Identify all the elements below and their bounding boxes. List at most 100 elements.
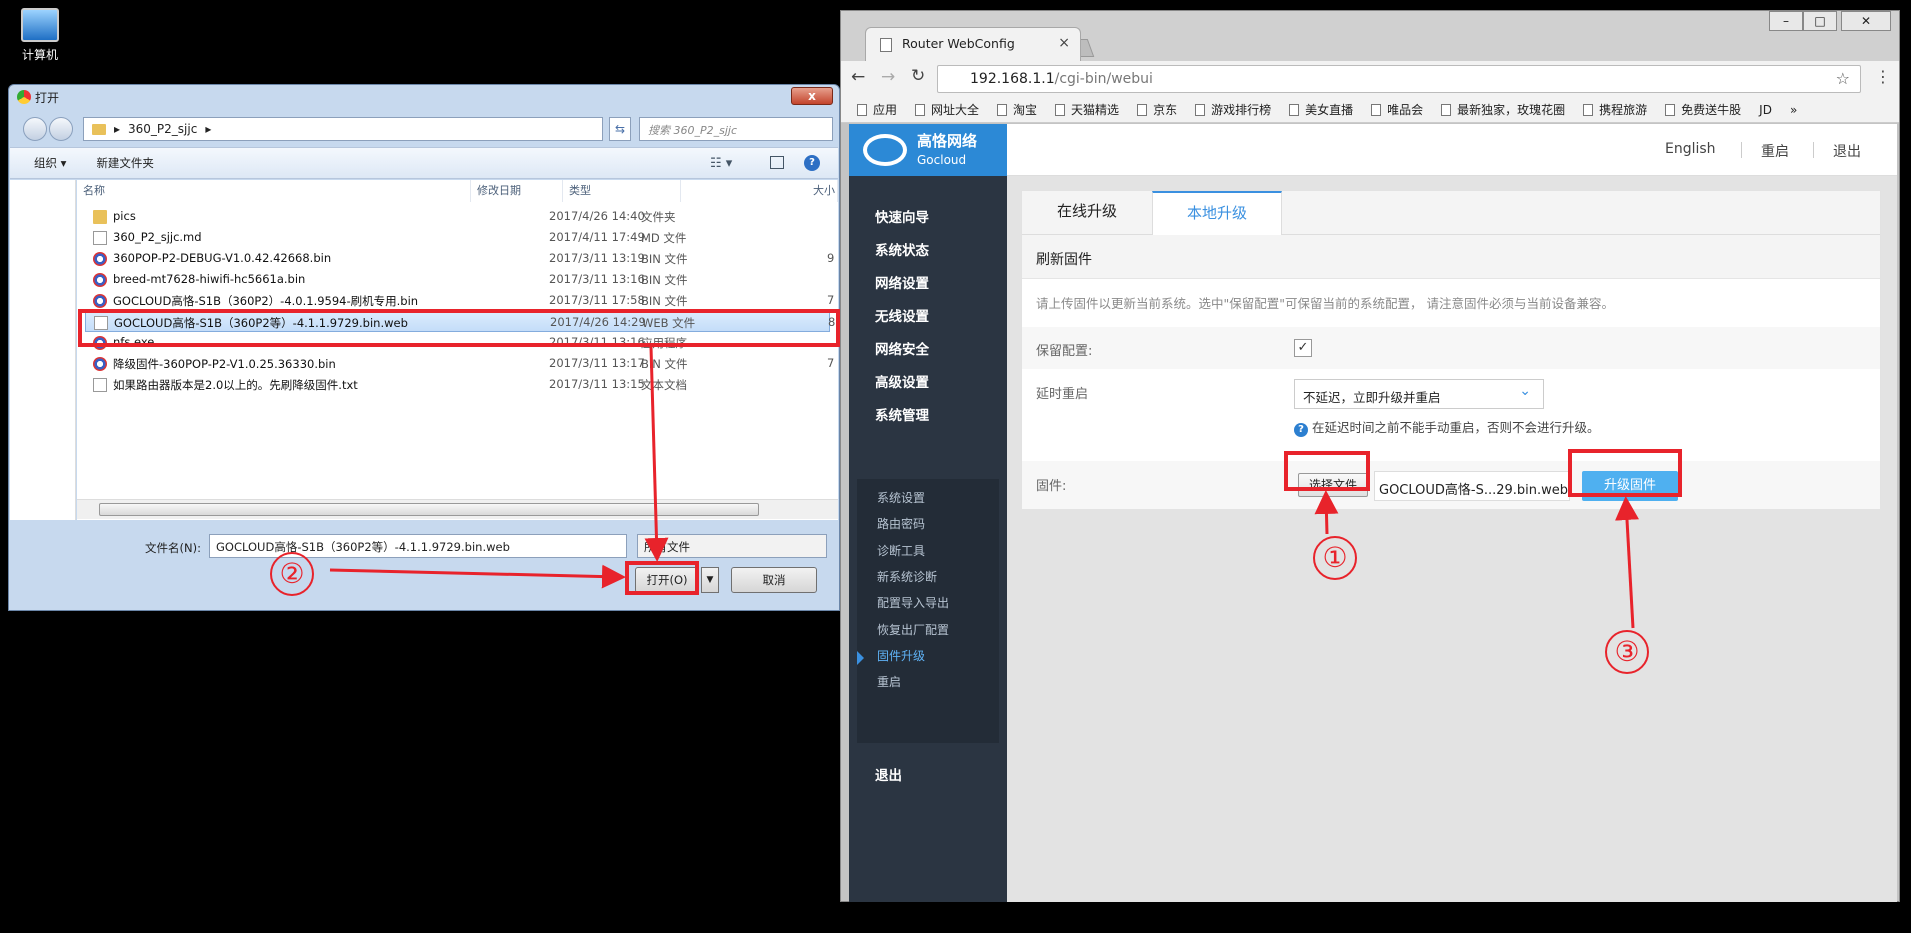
maximize-button[interactable]: □ [1803,11,1837,31]
file-type: BIN 文件 [641,357,688,371]
sidebar-item[interactable]: 无线设置 [875,305,929,325]
submenu-item[interactable]: 配置导入导出 [877,594,949,611]
submenu-item[interactable]: 系统设置 [877,489,925,506]
logo-en: Gocloud [917,153,967,167]
file-row[interactable]: 360POP-P2-DEBUG-V1.0.42.42668.bin 2017/3… [85,248,834,269]
forward-button[interactable] [49,117,73,141]
keep-config-label: 保留配置: [1036,344,1093,359]
keep-config-checkbox[interactable]: ✓ [1294,339,1312,357]
preview-pane-icon[interactable] [770,156,784,169]
filetype-select[interactable]: 所有文件 [637,534,827,558]
organize-button[interactable]: 组织 ▾ [34,155,66,171]
view-options-icon[interactable]: ☷ ▾ [710,156,732,171]
file-row[interactable]: 如果路由器版本是2.0以上的。先刷降级固件.txt 2017/3/11 13:1… [85,374,830,395]
bookmark-item[interactable]: 淘宝 [997,101,1037,118]
file-row[interactable]: 降级固件-360POP-P2-V1.0.25.36330.bin 2017/3/… [85,353,834,374]
bookmark-label: JD [1759,102,1772,117]
submenu-item[interactable]: 新系统诊断 [877,568,937,585]
menu-icon[interactable]: ⋮ [1875,67,1891,86]
sidebar-item[interactable]: 网络设置 [875,272,929,292]
bookmark-item[interactable]: 游戏排行榜 [1195,101,1271,118]
file-name: 360_P2_sjjc.md [113,230,202,244]
url-host: 192.168.1.1 [970,71,1055,87]
bookmark-item[interactable]: 携程旅游 [1583,101,1647,118]
bookmark-item[interactable]: 唯品会 [1371,101,1423,118]
file-size: 7 [827,356,835,370]
submenu-item[interactable]: 恢复出厂配置 [877,621,949,638]
submenu-item[interactable]: 路由密码 [877,515,925,532]
column-date[interactable]: 修改日期 [471,180,563,202]
file-row[interactable]: 360_P2_sjjc.md 2017/4/11 17:49 MD 文件 [85,227,830,248]
bookmark-item[interactable]: 天猫精选 [1055,101,1119,118]
tab-online-upgrade[interactable]: 在线升级 [1022,191,1152,235]
bookmark-item[interactable]: » [1790,103,1797,117]
open-dropdown-icon[interactable]: ▼ [701,567,719,593]
file-row[interactable]: breed-mt7628-hiwifi-hc5661a.bin 2017/3/1… [85,269,830,290]
dialog-close-button[interactable]: x [791,87,833,105]
sidebar-item[interactable]: 网络安全 [875,338,929,358]
cancel-button[interactable]: 取消 [731,567,817,593]
bin-icon [93,252,107,266]
window-close-button[interactable]: ✕ [1841,11,1891,31]
path-box[interactable]: ▸ 360_P2_sjjc ▸ [83,117,603,141]
bookmark-label: » [1789,102,1798,117]
sidebar-item-logout[interactable]: 退出 [875,764,902,784]
star-icon[interactable]: ☆ [1836,69,1850,88]
bookmark-item[interactable]: 最新独家，玫瑰花圈 [1441,101,1565,118]
tab-local-upgrade[interactable]: 本地升级 [1152,191,1282,236]
file-row[interactable]: nfs.exe 2017/3/11 13:16 应用程序 [85,332,830,353]
reload-icon[interactable]: ↻ [911,66,925,86]
file-row[interactable]: pics 2017/4/26 14:40 文件夹 [85,206,830,227]
file-type: BIN 文件 [641,294,688,308]
delay-select[interactable]: 不延迟，立即升级并重启 ⌄ [1294,379,1544,409]
bookmark-item[interactable]: 京东 [1137,101,1177,118]
column-type[interactable]: 类型 [563,180,681,202]
minimize-button[interactable]: – [1769,11,1803,31]
filename-input[interactable]: GOCLOUD高恪-S1B（360P2等）-4.1.1.9729.bin.web [209,534,627,558]
browser-tab[interactable]: Router WebConfig × [865,27,1081,61]
bookmark-item[interactable]: JD [1759,103,1772,117]
doc-icon [93,231,107,245]
file-row[interactable]: GOCLOUD高恪-S1B（360P2）-4.0.1.9594-刷机专用.bin… [85,290,834,311]
file-name: GOCLOUD高恪-S1B（360P2等）-4.1.1.9729.bin.web [114,316,408,330]
refresh-icon[interactable]: ⇆ [609,117,631,141]
submenu-item[interactable]: 固件升级 [877,647,925,664]
choose-file-button[interactable]: 选择文件 [1298,473,1368,497]
submenu-item[interactable]: 诊断工具 [877,542,925,559]
new-folder-button[interactable]: 新建文件夹 [96,155,154,171]
submenu-item[interactable]: 重启 [877,673,901,690]
search-input[interactable]: 搜索 360_P2_sjjc [639,117,833,141]
sidebar-item[interactable]: 快速向导 [875,206,929,226]
navigation-pane[interactable] [10,180,76,520]
bookmark-item[interactable]: 应用 [857,101,897,118]
bookmark-icon [1441,104,1452,116]
bookmark-item[interactable]: 美女直播 [1289,101,1353,118]
horizontal-scrollbar[interactable] [77,499,838,519]
file-row[interactable]: GOCLOUD高恪-S1B（360P2等）-4.1.1.9729.bin.web… [85,311,835,332]
address-bar: ▸ 360_P2_sjjc ▸ ⇆ 搜索 360_P2_sjjc [17,115,833,141]
nav-logout[interactable]: 退出 [1833,141,1861,161]
bookmark-item[interactable]: 免费送牛股 [1665,101,1741,118]
column-size[interactable]: 大小 [807,180,838,202]
desktop-computer-icon[interactable]: 计算机 [10,8,70,63]
tab-close-icon[interactable]: × [1058,35,1070,51]
nav-english[interactable]: English [1665,141,1716,157]
column-name[interactable]: 名称 [77,180,471,202]
back-icon[interactable]: ← [851,67,865,87]
delay-hint: ? 在延迟时间之前不能手动重启，否则不会进行升级。 [1294,417,1600,437]
upgrade-firmware-button[interactable]: 升级固件 [1582,471,1678,501]
open-button[interactable]: 打开(O) [635,567,699,593]
forward-icon[interactable]: → [881,67,895,87]
sidebar-item[interactable]: 高级设置 [875,371,929,391]
sidebar-item[interactable]: 系统管理 [875,404,929,424]
file-name: 如果路由器版本是2.0以上的。先刷降级固件.txt [113,378,358,392]
back-button[interactable] [23,117,47,141]
scrollbar-thumb[interactable] [99,503,759,516]
help-icon[interactable]: ? [804,155,820,171]
keep-config-row: 保留配置: ✓ [1022,327,1880,369]
nav-reboot[interactable]: 重启 [1761,141,1789,161]
bookmark-item[interactable]: 网址大全 [915,101,979,118]
bookmark-icon [1195,104,1206,116]
url-input[interactable]: 192.168.1.1/cgi-bin/webui ☆ [937,65,1861,93]
sidebar-item[interactable]: 系统状态 [875,239,929,259]
